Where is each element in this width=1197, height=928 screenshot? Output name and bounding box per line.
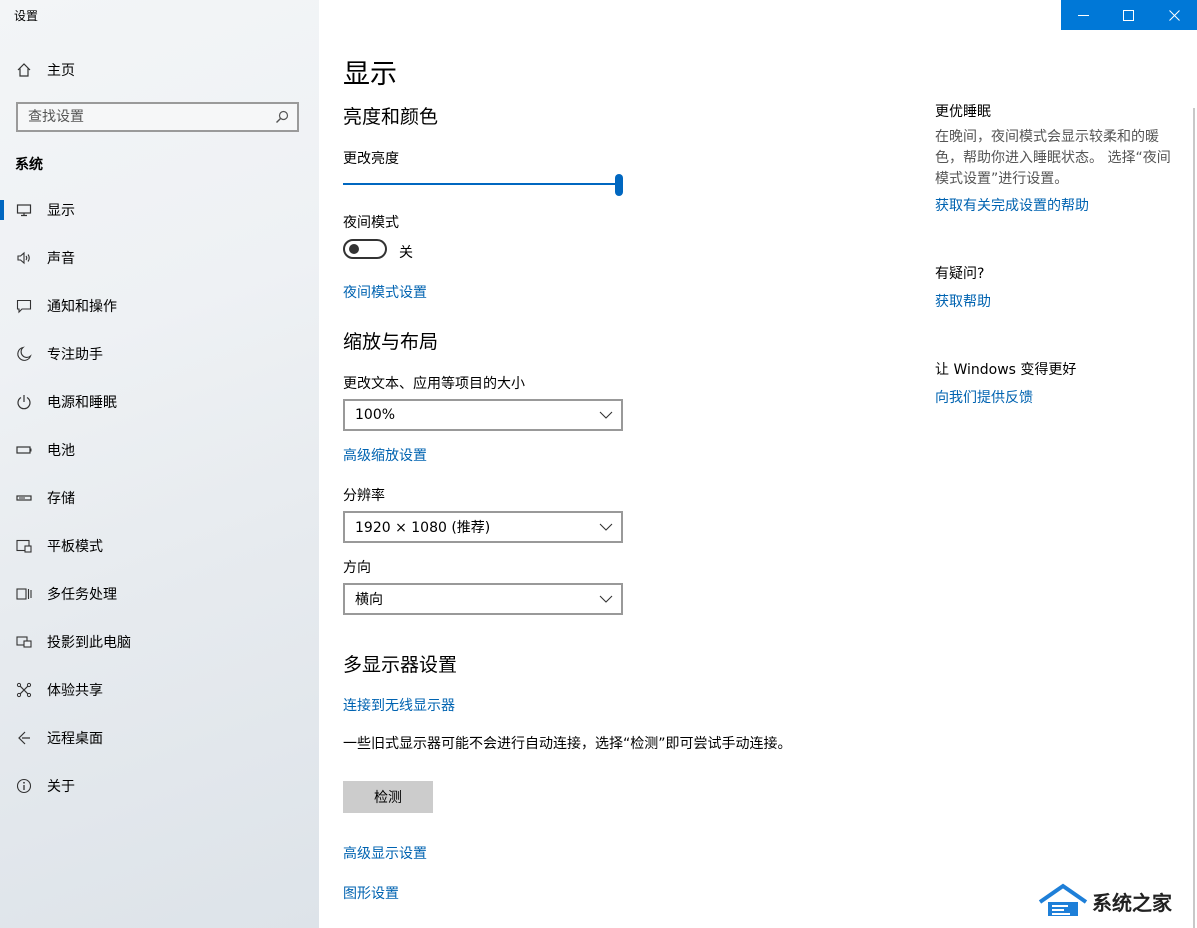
- main-content: 显示 亮度和颜色 更改亮度 夜间模式 关 夜间模式设置 缩放与布局 更改文本、应…: [343, 0, 903, 928]
- sidebar-item-about[interactable]: 关于: [0, 762, 319, 810]
- detect-button[interactable]: 检测: [343, 781, 433, 813]
- home-icon: [17, 63, 31, 77]
- storage-icon: [16, 495, 32, 501]
- feedback-link[interactable]: 向我们提供反馈: [935, 387, 1033, 407]
- slider-track: [343, 183, 619, 185]
- sidebar-item-sound[interactable]: 声音: [0, 234, 319, 282]
- remote-icon: [18, 731, 30, 745]
- night-mode-state: 关: [399, 245, 413, 261]
- sidebar-item-label: 电源和睡眠: [47, 395, 117, 411]
- monitor-icon: [16, 204, 32, 217]
- sleep-help-link[interactable]: 获取有关完成设置的帮助: [935, 195, 1089, 215]
- sidebar-item-remote-desktop[interactable]: 远程桌面: [0, 714, 319, 762]
- power-icon: [17, 395, 31, 410]
- battery-icon: [16, 446, 32, 454]
- watermark-text: 系统之家: [1092, 890, 1172, 915]
- chevron-down-icon: [599, 595, 613, 603]
- brightness-slider[interactable]: [343, 174, 623, 196]
- orientation-select-value: 横向: [355, 592, 383, 608]
- improve-title: 让 Windows 变得更好: [935, 362, 1077, 378]
- message-icon: [16, 299, 32, 314]
- sleep-title: 更优睡眠: [935, 104, 991, 120]
- speaker-icon: [17, 251, 30, 265]
- night-mode-settings-link[interactable]: 夜间模式设置: [343, 282, 427, 302]
- sidebar-item-label: 多任务处理: [47, 587, 117, 603]
- sidebar-item-multitasking[interactable]: 多任务处理: [0, 570, 319, 618]
- related-panel: 更优睡眠 在晚间，夜间模式会显示较柔和的暖色，帮助你进入睡眠状态。 选择“夜间模…: [935, 0, 1185, 928]
- sidebar-item-label: 专注助手: [47, 347, 103, 363]
- resolution-select-value: 1920 × 1080 (推荐): [355, 520, 491, 536]
- page-title: 显示: [343, 59, 397, 90]
- size-select-value: 100%: [355, 407, 396, 423]
- sidebar-item-power-sleep[interactable]: 电源和睡眠: [0, 378, 319, 426]
- graphics-settings-link[interactable]: 图形设置: [343, 883, 399, 903]
- sidebar-item-label: 电池: [47, 443, 75, 459]
- sidebar: 设置 主页 系统 显示 声音 通知和操作 专注助手 电源和睡眠: [0, 0, 319, 928]
- orientation-select[interactable]: 横向: [343, 583, 623, 615]
- advanced-display-link[interactable]: 高级显示设置: [343, 843, 427, 863]
- sidebar-item-label: 声音: [47, 251, 75, 267]
- question-title: 有疑问?: [935, 266, 985, 282]
- watermark: 系统之家: [1038, 882, 1172, 920]
- sidebar-item-focus-assist[interactable]: 专注助手: [0, 330, 319, 378]
- sleep-text: 在晚间，夜间模式会显示较柔和的暖色，帮助你进入睡眠状态。 选择“夜间模式设置”进…: [935, 129, 1171, 187]
- sidebar-nav: 显示 声音 通知和操作 专注助手 电源和睡眠 电池 存储 平板模式 多任务处理 …: [0, 186, 319, 810]
- house-logo-icon: [1038, 883, 1088, 916]
- connect-wireless-display-link[interactable]: 连接到无线显示器: [343, 695, 455, 715]
- night-mode-label: 夜间模式: [343, 215, 399, 231]
- section-title: 系统: [15, 157, 43, 173]
- sidebar-item-label: 平板模式: [47, 539, 103, 555]
- home-link[interactable]: 主页: [16, 58, 75, 82]
- sidebar-item-label: 投影到此电脑: [47, 635, 131, 651]
- resolution-label: 分辨率: [343, 488, 385, 504]
- project-icon: [16, 636, 32, 648]
- sidebar-item-label: 体验共享: [47, 683, 103, 699]
- slider-thumb[interactable]: [615, 174, 623, 196]
- toggle-knob: [349, 244, 359, 254]
- scale-heading: 缩放与布局: [343, 331, 439, 353]
- brightness-label: 更改亮度: [343, 151, 399, 167]
- brightness-heading: 亮度和颜色: [343, 106, 439, 128]
- chevron-down-icon: [599, 523, 613, 531]
- home-label: 主页: [47, 63, 75, 79]
- resolution-select[interactable]: 1920 × 1080 (推荐): [343, 511, 623, 543]
- sidebar-item-storage[interactable]: 存储: [0, 474, 319, 522]
- tablet-icon: [16, 539, 32, 553]
- sidebar-item-battery[interactable]: 电池: [0, 426, 319, 474]
- sidebar-item-shared-experiences[interactable]: 体验共享: [0, 666, 319, 714]
- sidebar-item-notifications[interactable]: 通知和操作: [0, 282, 319, 330]
- multitask-icon: [16, 588, 32, 600]
- advanced-scale-link[interactable]: 高级缩放设置: [343, 445, 427, 465]
- chevron-down-icon: [599, 411, 613, 419]
- sidebar-item-label: 显示: [47, 203, 75, 219]
- sidebar-item-project[interactable]: 投影到此电脑: [0, 618, 319, 666]
- night-mode-toggle[interactable]: [343, 239, 387, 259]
- sidebar-item-label: 存储: [47, 491, 75, 507]
- size-label: 更改文本、应用等项目的大小: [343, 376, 525, 392]
- get-help-link[interactable]: 获取帮助: [935, 291, 991, 311]
- sidebar-item-label: 远程桌面: [47, 731, 103, 747]
- info-icon: [16, 778, 32, 794]
- search-input[interactable]: [28, 109, 258, 125]
- sidebar-item-label: 通知和操作: [47, 299, 117, 315]
- scrollbar[interactable]: [1193, 108, 1195, 928]
- multi-display-description: 一些旧式显示器可能不会进行自动连接，选择“检测”即可尝试手动连接。: [343, 736, 792, 752]
- search-box[interactable]: [16, 102, 299, 132]
- multi-display-heading: 多显示器设置: [343, 654, 458, 676]
- orientation-label: 方向: [343, 560, 371, 576]
- app-title: 设置: [14, 9, 39, 23]
- share-icon: [16, 682, 32, 698]
- sidebar-item-tablet-mode[interactable]: 平板模式: [0, 522, 319, 570]
- sidebar-item-label: 关于: [47, 779, 75, 795]
- size-select[interactable]: 100%: [343, 399, 623, 431]
- sidebar-item-display[interactable]: 显示: [0, 186, 319, 234]
- search-icon[interactable]: [275, 110, 289, 124]
- moon-icon: [17, 346, 32, 361]
